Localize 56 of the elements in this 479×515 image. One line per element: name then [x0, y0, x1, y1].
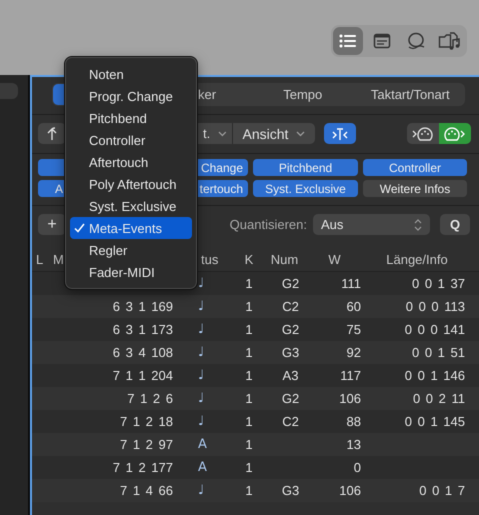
value-cell-text: 75	[346, 322, 361, 337]
note-status-cell-text: ♩	[197, 391, 206, 406]
position-cell-text: 7 1 2 97	[119, 437, 174, 452]
value-cell-text: 0	[352, 460, 361, 475]
value-cell-text: 117	[339, 368, 361, 383]
length-cell-text: 0 0 1 37	[411, 276, 466, 291]
note-status-cell-text: ♩	[197, 483, 206, 498]
length-cell-text: 0 0 1 51	[411, 345, 466, 360]
pitch-cell-text: G2	[280, 276, 300, 291]
note-status-cell-text: ♩	[197, 345, 206, 360]
channel-cell-text: 1	[244, 276, 254, 291]
channel-cell-text: 1	[244, 368, 254, 383]
channel-cell-text: 1	[244, 391, 254, 406]
status-cell-text: A	[197, 460, 208, 475]
note-status-cell-text: ♩	[197, 322, 206, 337]
value-cell-text: 106	[338, 391, 361, 406]
position-cell-text: 6 3 1 169	[112, 299, 174, 314]
value-cell-text: 13	[346, 437, 361, 452]
length-cell-text: 0 0 2 11	[412, 391, 466, 406]
status-cell-text: A	[197, 437, 208, 452]
pitch-cell-text: C2	[281, 414, 300, 429]
position-cell-text: 6 3 1 173	[112, 322, 174, 337]
value-cell-text: 88	[346, 414, 361, 429]
length-cell-text: 0 0 1 146	[404, 368, 466, 383]
channel-cell-text: 1	[244, 460, 254, 475]
channel-cell-text: 1	[244, 299, 254, 314]
pitch-cell-text: A3	[282, 368, 300, 383]
value-cell-text: 106	[338, 483, 361, 498]
position-cell-text: 7 1 2 6	[126, 391, 174, 406]
length-cell-text: 0 0 1 145	[404, 414, 466, 429]
position-cell-text: 6 3 4 108	[112, 345, 174, 360]
position-cell-text: 7 1 2 177	[112, 460, 174, 475]
length-cell-text: 0 0 0 113	[404, 299, 466, 314]
length-cell-text: 0 0 1 7	[418, 483, 466, 498]
pitch-cell-text: G2	[280, 391, 300, 406]
pitch-cell-text: C2	[281, 299, 300, 314]
position-cell-text: 7 1 2 18	[119, 414, 174, 429]
channel-cell-text: 1	[244, 414, 254, 429]
channel-cell-text: 1	[244, 322, 254, 337]
note-status-cell-text: ♩	[197, 414, 206, 429]
pitch-cell-text: G3	[280, 483, 300, 498]
pitch-cell-text: G2	[280, 322, 300, 337]
value-cell-text: 111	[340, 276, 361, 291]
length-cell-text: 0 0 0 141	[404, 322, 466, 337]
position-cell-text: 7 1 1 204	[112, 368, 174, 383]
value-cell-text: 92	[346, 345, 361, 360]
note-status-cell-text: ♩	[197, 299, 206, 314]
position-cell-text: 7 1 4 66	[119, 483, 174, 498]
value-cell-text: 60	[346, 299, 361, 314]
pitch-cell-text: G3	[280, 345, 300, 360]
note-status-cell-text: ♩	[197, 368, 206, 383]
channel-cell-text: 1	[244, 437, 254, 452]
channel-cell-text: 1	[244, 483, 254, 498]
channel-cell-text: 1	[244, 345, 254, 360]
quantize-label: Quantisieren:	[230, 217, 307, 232]
note-status-cell-text: ♩	[197, 276, 206, 291]
